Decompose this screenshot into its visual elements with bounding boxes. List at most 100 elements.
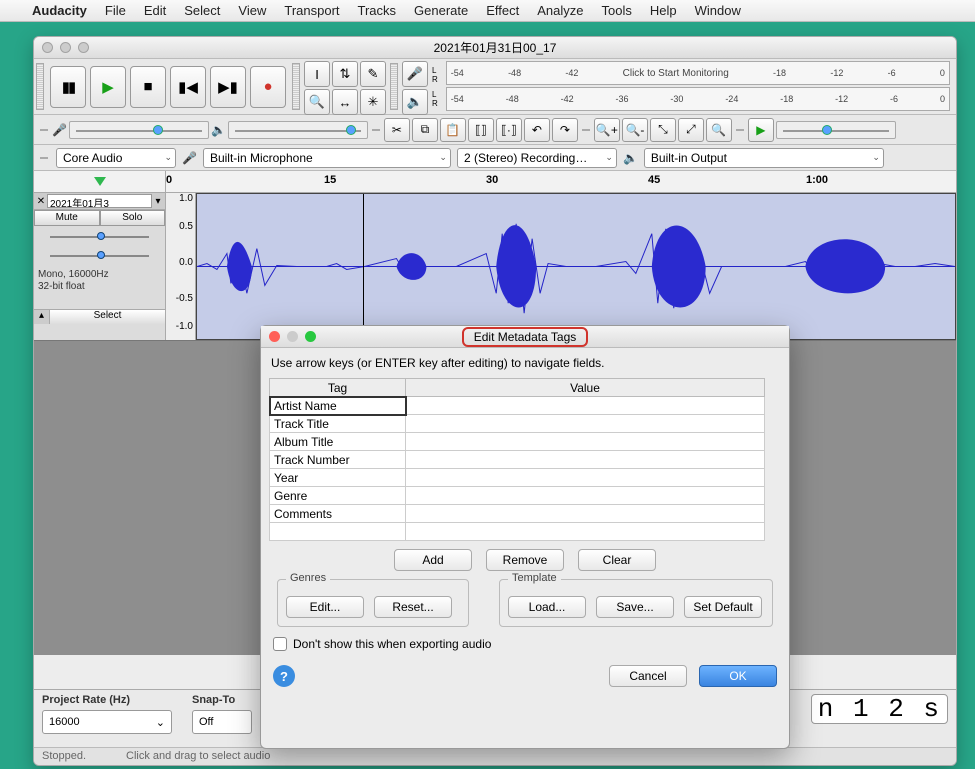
multi-tool[interactable]: ✳ xyxy=(360,89,386,115)
playback-volume-slider[interactable] xyxy=(228,121,368,139)
window-close[interactable] xyxy=(42,42,53,53)
stop-button[interactable]: ■ xyxy=(130,66,166,108)
template-set-default-button[interactable]: Set Default xyxy=(684,596,762,618)
record-button[interactable]: ● xyxy=(250,66,286,108)
play-button[interactable]: ▶ xyxy=(90,66,126,108)
menu-file[interactable]: File xyxy=(105,3,126,18)
menu-tools[interactable]: Tools xyxy=(602,3,632,18)
value-cell[interactable] xyxy=(406,397,765,415)
tag-cell[interactable]: Track Number xyxy=(270,451,406,469)
menu-effect[interactable]: Effect xyxy=(486,3,519,18)
menu-tracks[interactable]: Tracks xyxy=(358,3,397,18)
gain-slider[interactable] xyxy=(40,229,159,245)
value-cell[interactable] xyxy=(406,487,765,505)
remove-button[interactable]: Remove xyxy=(486,549,564,571)
grip-handle[interactable] xyxy=(40,157,48,159)
value-cell[interactable] xyxy=(406,469,765,487)
tag-cell[interactable] xyxy=(270,523,406,541)
value-cell[interactable] xyxy=(406,415,765,433)
tag-cell[interactable]: Track Title xyxy=(270,415,406,433)
zoom-toggle-button[interactable]: 🔍 xyxy=(706,118,732,142)
snap-to-select[interactable]: Off xyxy=(192,710,252,734)
value-cell[interactable] xyxy=(406,451,765,469)
grip-handle[interactable] xyxy=(390,63,398,110)
silence-button[interactable]: ⟦·⟧ xyxy=(496,118,522,142)
recording-channels-select[interactable]: 2 (Stereo) Recording…⌄ xyxy=(457,148,617,168)
track-collapse-button[interactable]: ▴ xyxy=(34,310,50,324)
playback-device-select[interactable]: Built-in Output⌄ xyxy=(644,148,884,168)
tag-cell[interactable]: Comments xyxy=(270,505,406,523)
menu-help[interactable]: Help xyxy=(650,3,677,18)
fit-selection-button[interactable]: ⤡ xyxy=(650,118,676,142)
track-menu-button[interactable]: ▾ xyxy=(152,196,164,207)
help-button[interactable]: ? xyxy=(273,665,295,687)
zoom-out-button[interactable]: 🔍- xyxy=(622,118,648,142)
playback-meter[interactable]: -54 -48 -42 -36 -30 -24 -18 -12 -6 0 xyxy=(446,87,950,111)
menu-analyze[interactable]: Analyze xyxy=(537,3,583,18)
play-at-speed-button[interactable]: ▶ xyxy=(748,118,774,142)
selection-tool[interactable]: I xyxy=(304,61,330,87)
audio-host-select[interactable]: Core Audio⌄ xyxy=(56,148,176,168)
grip-handle[interactable] xyxy=(40,129,48,131)
play-meter-icon[interactable]: 🔈 xyxy=(402,89,428,115)
paste-button[interactable]: 📋 xyxy=(440,118,466,142)
tag-cell[interactable]: Artist Name xyxy=(270,397,406,415)
grip-handle[interactable] xyxy=(582,129,590,131)
rec-meter-icon[interactable]: 🎤 xyxy=(402,61,428,87)
project-rate-select[interactable]: 16000⌄ xyxy=(42,710,172,734)
copy-button[interactable]: ⧉ xyxy=(412,118,438,142)
menu-transport[interactable]: Transport xyxy=(284,3,339,18)
tag-cell[interactable]: Genre xyxy=(270,487,406,505)
zoom-tool[interactable]: 🔍 xyxy=(304,89,330,115)
track-name[interactable]: 2021年01月3 xyxy=(47,194,152,208)
solo-button[interactable]: Solo xyxy=(100,210,166,226)
genres-edit-button[interactable]: Edit... xyxy=(286,596,364,618)
add-button[interactable]: Add xyxy=(394,549,472,571)
audio-position-display[interactable]: n 1 2 s xyxy=(811,694,948,724)
dont-show-checkbox[interactable] xyxy=(273,637,287,651)
track-select-button[interactable]: Select xyxy=(50,310,165,324)
template-load-button[interactable]: Load... xyxy=(508,596,586,618)
tag-cell[interactable]: Album Title xyxy=(270,433,406,451)
menu-view[interactable]: View xyxy=(238,3,266,18)
value-cell[interactable] xyxy=(406,433,765,451)
menu-select[interactable]: Select xyxy=(184,3,220,18)
skip-end-button[interactable]: ▶▮ xyxy=(210,66,246,108)
play-speed-slider[interactable] xyxy=(776,121,896,139)
menu-window[interactable]: Window xyxy=(695,3,741,18)
grip-handle[interactable] xyxy=(36,63,44,110)
skip-start-button[interactable]: ▮◀ xyxy=(170,66,206,108)
cut-button[interactable]: ✂ xyxy=(384,118,410,142)
genres-reset-button[interactable]: Reset... xyxy=(374,596,452,618)
timeline-ruler[interactable]: 0 15 30 45 1:00 xyxy=(34,171,956,193)
recording-meter[interactable]: -54 -48 -42 Click to Start Monitoring -1… xyxy=(446,61,950,85)
trim-button[interactable]: ⟦⟧ xyxy=(468,118,494,142)
clear-button[interactable]: Clear xyxy=(578,549,656,571)
grip-handle[interactable] xyxy=(372,129,380,131)
ok-button[interactable]: OK xyxy=(699,665,777,687)
value-cell[interactable] xyxy=(406,505,765,523)
pause-button[interactable]: ▮▮ xyxy=(50,66,86,108)
timeshift-tool[interactable]: ↔ xyxy=(332,89,358,115)
dialog-zoom[interactable] xyxy=(305,331,316,342)
value-cell[interactable] xyxy=(406,523,765,541)
recording-device-select[interactable]: Built-in Microphone⌄ xyxy=(203,148,451,168)
cancel-button[interactable]: Cancel xyxy=(609,665,687,687)
menu-edit[interactable]: Edit xyxy=(144,3,166,18)
track-close-button[interactable]: ✕ xyxy=(35,196,47,207)
zoom-in-button[interactable]: 🔍+ xyxy=(594,118,620,142)
pin-playhead-icon[interactable] xyxy=(94,177,106,186)
grip-handle[interactable] xyxy=(736,129,744,131)
grip-handle[interactable] xyxy=(292,63,300,110)
template-save-button[interactable]: Save... xyxy=(596,596,674,618)
fit-project-button[interactable]: ⤢ xyxy=(678,118,704,142)
redo-button[interactable]: ↷ xyxy=(552,118,578,142)
recording-volume-slider[interactable] xyxy=(69,121,209,139)
window-zoom[interactable] xyxy=(78,42,89,53)
dialog-close[interactable] xyxy=(269,331,280,342)
undo-button[interactable]: ↶ xyxy=(524,118,550,142)
menu-generate[interactable]: Generate xyxy=(414,3,468,18)
draw-tool[interactable]: ✎ xyxy=(360,61,386,87)
tag-cell[interactable]: Year xyxy=(270,469,406,487)
menu-app[interactable]: Audacity xyxy=(32,3,87,18)
